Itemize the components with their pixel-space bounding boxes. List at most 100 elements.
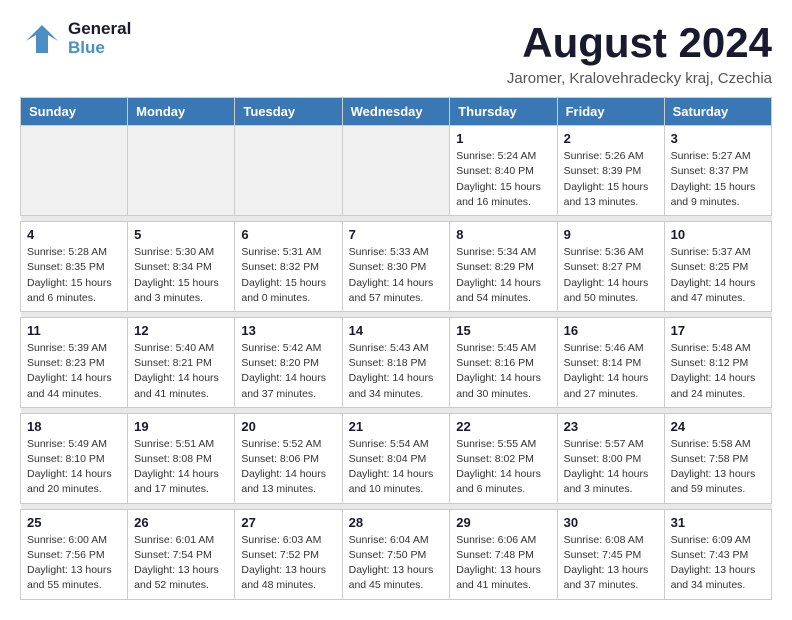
day-info: Sunrise: 5:54 AM Sunset: 8:04 PM Dayligh… bbox=[349, 437, 444, 498]
day-info: Sunrise: 5:27 AM Sunset: 8:37 PM Dayligh… bbox=[671, 149, 765, 210]
day-number: 12 bbox=[134, 323, 228, 338]
calendar-cell: 16 Sunrise: 5:46 AM Sunset: 8:14 PM Dayli… bbox=[557, 317, 664, 407]
calendar-cell: 14 Sunrise: 5:43 AM Sunset: 8:18 PM Dayli… bbox=[342, 317, 450, 407]
calendar-cell: 30 Sunrise: 6:08 AM Sunset: 7:45 PM Dayli… bbox=[557, 509, 664, 599]
weekday-header-sunday: Sunday bbox=[21, 98, 128, 126]
day-number: 18 bbox=[27, 419, 121, 434]
calendar-cell: 13 Sunrise: 5:42 AM Sunset: 8:20 PM Dayli… bbox=[235, 317, 342, 407]
calendar-week-5: 25Sunrise: 6:00 AM Sunset: 7:56 PM Dayli… bbox=[21, 509, 772, 599]
day-number: 28 bbox=[349, 515, 444, 530]
calendar-cell: 12 Sunrise: 5:40 AM Sunset: 8:21 PM Dayli… bbox=[128, 317, 235, 407]
calendar-cell: 1 Sunrise: 5:24 AM Sunset: 8:40 PM Daylig… bbox=[450, 126, 557, 216]
day-number: 23 bbox=[564, 419, 658, 434]
day-info: Sunrise: 6:08 AM Sunset: 7:45 PM Dayligh… bbox=[564, 533, 658, 594]
day-info: Sunrise: 5:52 AM Sunset: 8:06 PM Dayligh… bbox=[241, 437, 335, 498]
day-info: Sunrise: 5:49 AM Sunset: 8:10 PM Dayligh… bbox=[27, 437, 121, 498]
calendar-cell: 29 Sunrise: 6:06 AM Sunset: 7:48 PM Dayli… bbox=[450, 509, 557, 599]
day-number: 2 bbox=[564, 131, 658, 146]
calendar-week-1: 1 Sunrise: 5:24 AM Sunset: 8:40 PM Daylig… bbox=[21, 126, 772, 216]
calendar-table: SundayMondayTuesdayWednesdayThursdayFrid… bbox=[20, 97, 772, 599]
calendar-cell: 15Sunrise: 5:45 AM Sunset: 8:16 PM Dayli… bbox=[450, 317, 557, 407]
calendar-cell: 31Sunrise: 6:09 AM Sunset: 7:43 PM Dayli… bbox=[664, 509, 771, 599]
day-info: Sunrise: 5:43 AM Sunset: 8:18 PM Dayligh… bbox=[349, 341, 444, 402]
day-info: Sunrise: 5:55 AM Sunset: 8:02 PM Dayligh… bbox=[456, 437, 550, 498]
month-title: August 2024 bbox=[507, 20, 772, 66]
day-number: 20 bbox=[241, 419, 335, 434]
day-info: Sunrise: 5:33 AM Sunset: 8:30 PM Dayligh… bbox=[349, 245, 444, 306]
day-number: 16 bbox=[564, 323, 658, 338]
calendar-cell: 17Sunrise: 5:48 AM Sunset: 8:12 PM Dayli… bbox=[664, 317, 771, 407]
day-number: 1 bbox=[456, 131, 550, 146]
day-number: 29 bbox=[456, 515, 550, 530]
day-info: Sunrise: 5:36 AM Sunset: 8:27 PM Dayligh… bbox=[564, 245, 658, 306]
day-info: Sunrise: 6:09 AM Sunset: 7:43 PM Dayligh… bbox=[671, 533, 765, 594]
page-header: General Blue August 2024 Jaromer, Kralov… bbox=[20, 20, 772, 87]
calendar-cell bbox=[342, 126, 450, 216]
day-number: 24 bbox=[671, 419, 765, 434]
day-info: Sunrise: 5:37 AM Sunset: 8:25 PM Dayligh… bbox=[671, 245, 765, 306]
calendar-cell: 3 Sunrise: 5:27 AM Sunset: 8:37 PM Daylig… bbox=[664, 126, 771, 216]
day-number: 3 bbox=[671, 131, 765, 146]
weekday-header-wednesday: Wednesday bbox=[342, 98, 450, 126]
day-number: 19 bbox=[134, 419, 228, 434]
calendar-cell: 21 Sunrise: 5:54 AM Sunset: 8:04 PM Dayli… bbox=[342, 413, 450, 503]
day-info: Sunrise: 5:39 AM Sunset: 8:23 PM Dayligh… bbox=[27, 341, 121, 402]
day-info: Sunrise: 5:30 AM Sunset: 8:34 PM Dayligh… bbox=[134, 245, 228, 306]
calendar-cell: 11 Sunrise: 5:39 AM Sunset: 8:23 PM Dayli… bbox=[21, 317, 128, 407]
day-number: 8 bbox=[456, 227, 550, 242]
day-info: Sunrise: 5:34 AM Sunset: 8:29 PM Dayligh… bbox=[456, 245, 550, 306]
day-info: Sunrise: 5:28 AM Sunset: 8:35 PM Dayligh… bbox=[27, 245, 121, 306]
calendar-cell: 8 Sunrise: 5:34 AM Sunset: 8:29 PM Daylig… bbox=[450, 222, 557, 312]
calendar-cell: 5Sunrise: 5:30 AM Sunset: 8:34 PM Daylig… bbox=[128, 222, 235, 312]
calendar-cell: 25Sunrise: 6:00 AM Sunset: 7:56 PM Dayli… bbox=[21, 509, 128, 599]
weekday-header-friday: Friday bbox=[557, 98, 664, 126]
day-info: Sunrise: 5:48 AM Sunset: 8:12 PM Dayligh… bbox=[671, 341, 765, 402]
day-info: Sunrise: 5:45 AM Sunset: 8:16 PM Dayligh… bbox=[456, 341, 550, 402]
calendar-cell bbox=[235, 126, 342, 216]
calendar-cell bbox=[128, 126, 235, 216]
day-number: 26 bbox=[134, 515, 228, 530]
day-number: 4 bbox=[27, 227, 121, 242]
calendar-cell: 2 Sunrise: 5:26 AM Sunset: 8:39 PM Daylig… bbox=[557, 126, 664, 216]
calendar-cell: 28 Sunrise: 6:04 AM Sunset: 7:50 PM Dayli… bbox=[342, 509, 450, 599]
calendar-cell: 22 Sunrise: 5:55 AM Sunset: 8:02 PM Dayli… bbox=[450, 413, 557, 503]
logo: General Blue bbox=[20, 20, 131, 57]
calendar-cell: 18 Sunrise: 5:49 AM Sunset: 8:10 PM Dayli… bbox=[21, 413, 128, 503]
day-info: Sunrise: 5:46 AM Sunset: 8:14 PM Dayligh… bbox=[564, 341, 658, 402]
logo-icon bbox=[20, 21, 64, 57]
title-block: August 2024 Jaromer, Kralovehradecky kra… bbox=[507, 20, 772, 87]
calendar-cell: 27Sunrise: 6:03 AM Sunset: 7:52 PM Dayli… bbox=[235, 509, 342, 599]
day-info: Sunrise: 5:40 AM Sunset: 8:21 PM Dayligh… bbox=[134, 341, 228, 402]
calendar-cell: 4 Sunrise: 5:28 AM Sunset: 8:35 PM Daylig… bbox=[21, 222, 128, 312]
calendar-header-row: SundayMondayTuesdayWednesdayThursdayFrid… bbox=[21, 98, 772, 126]
day-info: Sunrise: 5:42 AM Sunset: 8:20 PM Dayligh… bbox=[241, 341, 335, 402]
day-number: 14 bbox=[349, 323, 444, 338]
day-info: Sunrise: 6:04 AM Sunset: 7:50 PM Dayligh… bbox=[349, 533, 444, 594]
day-info: Sunrise: 5:26 AM Sunset: 8:39 PM Dayligh… bbox=[564, 149, 658, 210]
calendar-cell: 6Sunrise: 5:31 AM Sunset: 8:32 PM Daylig… bbox=[235, 222, 342, 312]
calendar-week-2: 4 Sunrise: 5:28 AM Sunset: 8:35 PM Daylig… bbox=[21, 222, 772, 312]
weekday-header-monday: Monday bbox=[128, 98, 235, 126]
calendar-cell: 7Sunrise: 5:33 AM Sunset: 8:30 PM Daylig… bbox=[342, 222, 450, 312]
logo-general-text: General bbox=[68, 20, 131, 39]
day-info: Sunrise: 6:03 AM Sunset: 7:52 PM Dayligh… bbox=[241, 533, 335, 594]
day-number: 25 bbox=[27, 515, 121, 530]
day-number: 6 bbox=[241, 227, 335, 242]
day-number: 11 bbox=[27, 323, 121, 338]
day-number: 22 bbox=[456, 419, 550, 434]
weekday-header-tuesday: Tuesday bbox=[235, 98, 342, 126]
calendar-cell: 26 Sunrise: 6:01 AM Sunset: 7:54 PM Dayli… bbox=[128, 509, 235, 599]
day-number: 13 bbox=[241, 323, 335, 338]
calendar-week-3: 11 Sunrise: 5:39 AM Sunset: 8:23 PM Dayli… bbox=[21, 317, 772, 407]
day-number: 21 bbox=[349, 419, 444, 434]
day-info: Sunrise: 6:01 AM Sunset: 7:54 PM Dayligh… bbox=[134, 533, 228, 594]
day-info: Sunrise: 6:06 AM Sunset: 7:48 PM Dayligh… bbox=[456, 533, 550, 594]
calendar-cell: 23Sunrise: 5:57 AM Sunset: 8:00 PM Dayli… bbox=[557, 413, 664, 503]
calendar-cell: 20 Sunrise: 5:52 AM Sunset: 8:06 PM Dayli… bbox=[235, 413, 342, 503]
logo-blue-text: Blue bbox=[68, 39, 131, 58]
day-number: 10 bbox=[671, 227, 765, 242]
calendar-cell: 19Sunrise: 5:51 AM Sunset: 8:08 PM Dayli… bbox=[128, 413, 235, 503]
day-info: Sunrise: 5:24 AM Sunset: 8:40 PM Dayligh… bbox=[456, 149, 550, 210]
day-number: 30 bbox=[564, 515, 658, 530]
calendar-cell bbox=[21, 126, 128, 216]
